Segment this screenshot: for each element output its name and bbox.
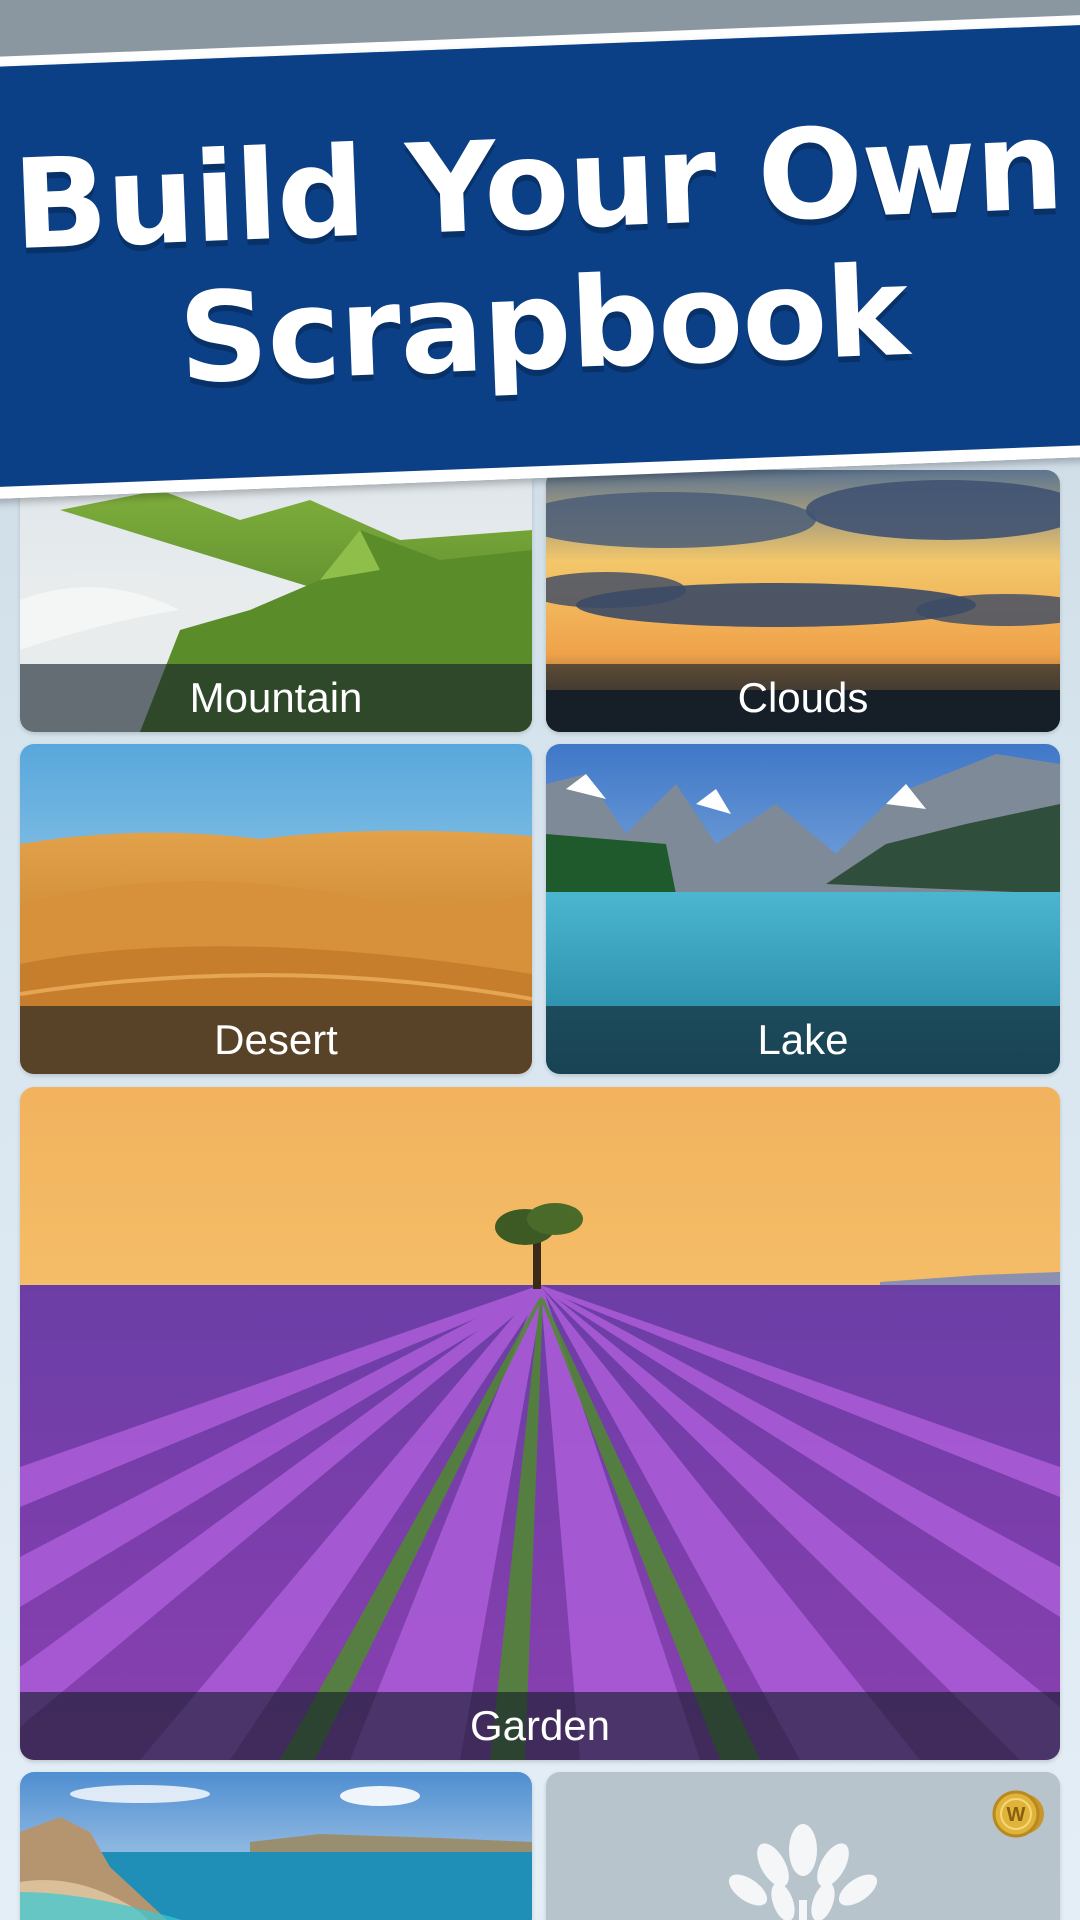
banner-title-line-2: Scrapbook [176,239,911,412]
tile-garden[interactable]: Garden [20,1087,1060,1760]
beach-image [20,1772,532,1920]
tile-label: Desert [20,1006,532,1074]
tile-beach[interactable] [20,1772,532,1920]
tile-locked[interactable]: W [546,1772,1060,1920]
tree-silhouette-icon [728,1824,878,1920]
coin-icon: W [992,1790,1044,1838]
tile-lake[interactable]: Lake [546,744,1060,1074]
tile-desert[interactable]: Desert [20,744,532,1074]
tile-label: Garden [20,1692,1060,1760]
tile-label: Mountain [20,664,532,732]
title-banner: Build Your Own Scrapbook [0,0,1080,532]
tile-clouds[interactable]: Clouds [546,470,1060,732]
coin-symbol: W [1007,1804,1026,1826]
banner-panel: Build Your Own Scrapbook [0,23,1080,501]
tile-label: Clouds [546,664,1060,732]
tile-label: Lake [546,1006,1060,1074]
garden-image [20,1087,1060,1760]
banner-title-line-1: Build Your Own [10,93,1066,279]
